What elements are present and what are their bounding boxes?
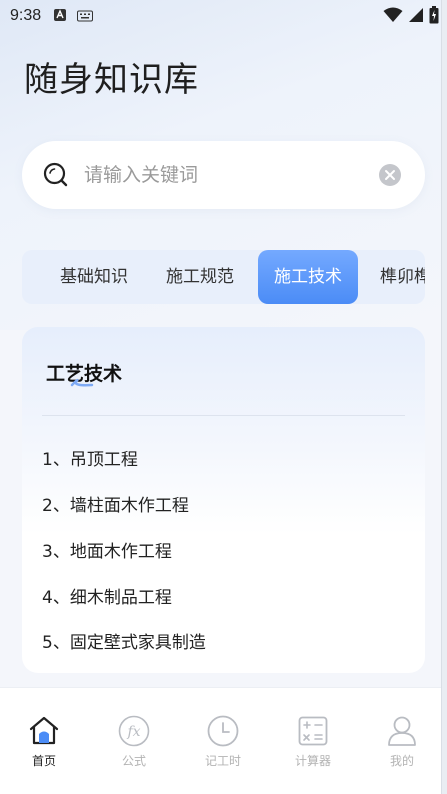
list-item[interactable]: 5、固定壁式家具制造 [42, 628, 206, 653]
category-tabs: 基础知识 施工规范 施工技术 榫卯榫 [22, 250, 425, 304]
signal-icon [409, 8, 423, 22]
list-item[interactable]: 4、细木制品工程 [42, 583, 172, 608]
page-title: 随身知识库 [24, 60, 199, 100]
content-card: 工艺技术 1、吊顶工程 2、墙柱面木作工程 3、地面木作工程 4、细木制品工程 … [22, 327, 425, 673]
title-decoration [70, 378, 94, 387]
formula-icon: fx [118, 715, 150, 747]
status-bar: 9:38 [0, 0, 447, 32]
tab-construction-standards[interactable]: 施工规范 [166, 250, 234, 304]
tab-basic-knowledge[interactable]: 基础知识 [60, 250, 128, 304]
calculator-icon [298, 716, 328, 746]
search-icon [43, 162, 68, 187]
nav-calculator[interactable]: 计算器 [283, 714, 343, 769]
nav-label: 公式 [121, 754, 146, 768]
status-time: 9:38 [10, 7, 42, 24]
nav-label: 首页 [31, 754, 56, 768]
search-input[interactable] [84, 159, 364, 191]
tab-construction-technology[interactable]: 施工技术 [258, 250, 358, 304]
card-divider [42, 415, 405, 416]
tab-mortise-tenon[interactable]: 榫卯榫 [380, 250, 425, 304]
clock-icon [207, 715, 239, 747]
user-icon [388, 716, 416, 746]
screen-edge [441, 0, 447, 794]
keyboard-icon [77, 7, 94, 26]
svg-text:fx: fx [126, 724, 140, 740]
clear-icon[interactable] [379, 164, 401, 186]
nav-label: 我的 [389, 754, 414, 768]
battery-icon [429, 6, 439, 24]
nav-label: 计算器 [294, 754, 331, 768]
nav-home[interactable]: 首页 [14, 714, 74, 769]
nav-work-hours[interactable]: 记工时 [193, 714, 253, 769]
nav-label: 记工时 [204, 754, 241, 768]
nav-profile[interactable]: 我的 [372, 714, 432, 769]
search-bar[interactable] [22, 141, 425, 209]
home-icon [29, 716, 59, 745]
bottom-nav: 首页 fx 公式 记工时 计算器 我的 [0, 687, 441, 794]
app-notification-icon [53, 7, 67, 26]
list-item[interactable]: 1、吊顶工程 [42, 445, 138, 470]
list-item[interactable]: 3、地面木作工程 [42, 537, 172, 562]
wifi-icon [383, 7, 403, 22]
list-item[interactable]: 2、墙柱面木作工程 [42, 491, 189, 516]
status-indicators [383, 6, 439, 24]
nav-formula[interactable]: fx 公式 [104, 714, 164, 769]
